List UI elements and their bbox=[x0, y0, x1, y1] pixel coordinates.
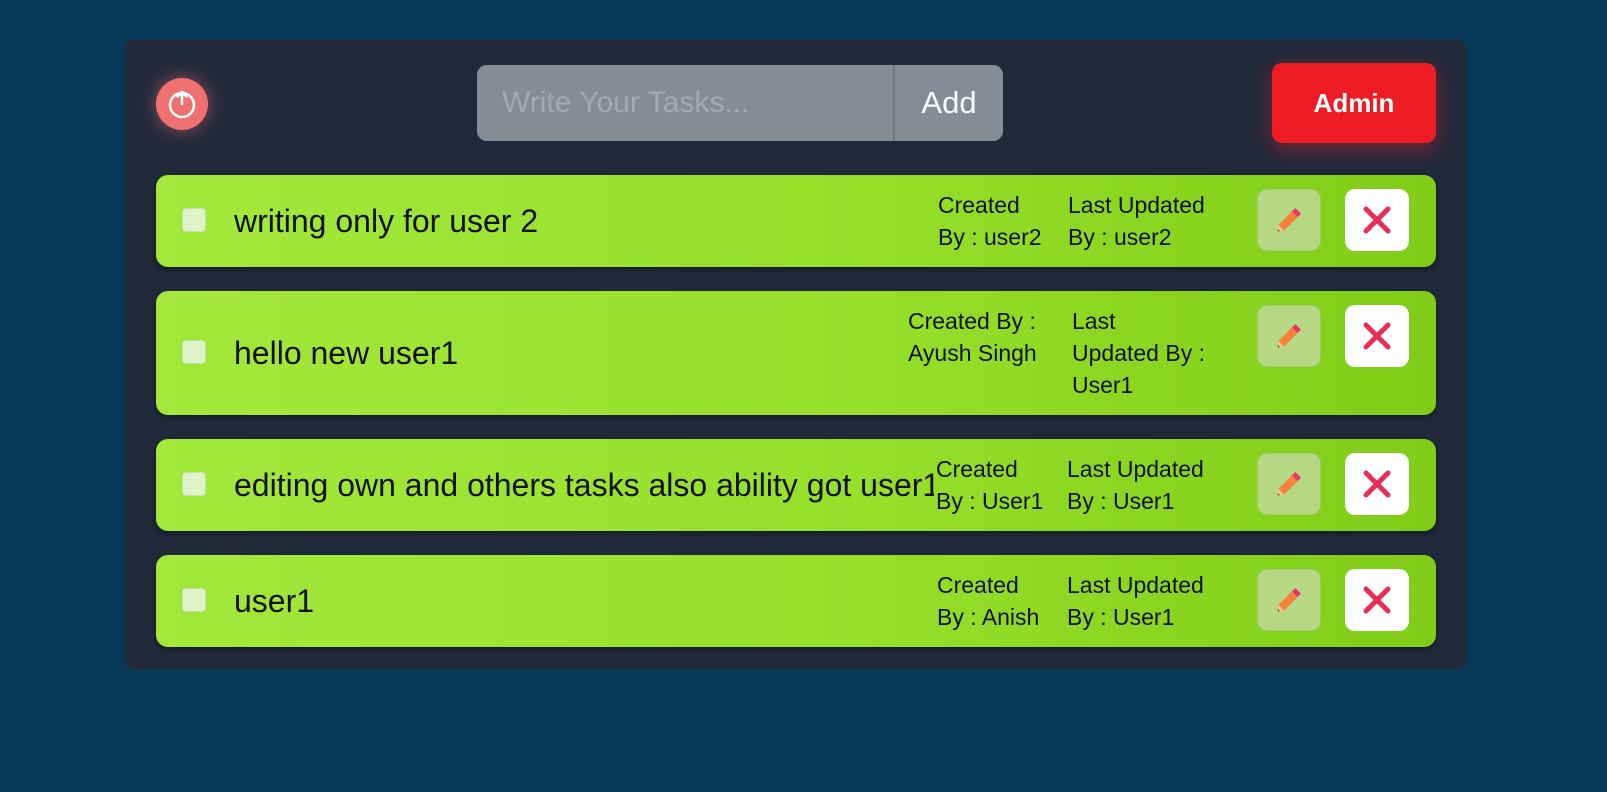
task-title: hello new user1 bbox=[234, 335, 459, 371]
edit-button[interactable] bbox=[1257, 453, 1321, 515]
pencil-icon bbox=[1277, 207, 1302, 232]
pencil-icon bbox=[1277, 323, 1302, 348]
last-updated-label: Last bbox=[1072, 308, 1116, 334]
created-by-info: Created By : User1 bbox=[936, 453, 1043, 517]
task-item: user1 Created By : Anish Last Updated By… bbox=[156, 555, 1436, 647]
created-by-label: Created bbox=[936, 456, 1018, 482]
close-icon bbox=[1363, 470, 1391, 498]
pencil-icon bbox=[1277, 587, 1302, 612]
task-item: hello new user1 Created By : Ayush Singh… bbox=[156, 291, 1436, 415]
logout-button[interactable] bbox=[156, 78, 208, 130]
task-checkbox[interactable] bbox=[182, 588, 206, 612]
last-updated-value: By : User1 bbox=[1067, 604, 1175, 630]
delete-button[interactable] bbox=[1345, 569, 1409, 631]
last-updated-info: Last Updated By : user2 bbox=[1068, 189, 1205, 253]
last-updated-value: By : user2 bbox=[1068, 224, 1172, 250]
task-title: user1 bbox=[234, 583, 315, 619]
last-updated-info: Last Updated By : User1 bbox=[1072, 305, 1205, 401]
last-updated-label: Last Updated bbox=[1067, 456, 1204, 482]
created-by-label: Created By : bbox=[908, 308, 1036, 334]
last-updated-user: User1 bbox=[1072, 372, 1134, 398]
last-updated-value: By : User1 bbox=[1067, 488, 1175, 514]
last-updated-info: Last Updated By : User1 bbox=[1067, 569, 1204, 633]
add-task-form: Add bbox=[477, 65, 1003, 141]
task-checkbox[interactable] bbox=[182, 208, 206, 232]
task-checkbox[interactable] bbox=[182, 472, 206, 496]
admin-button[interactable]: Admin bbox=[1272, 63, 1436, 143]
task-list: writing only for user 2 Created By : use… bbox=[156, 175, 1436, 647]
task-title: editing own and others tasks also abilit… bbox=[234, 467, 934, 503]
task-title: writing only for user 2 bbox=[234, 203, 539, 239]
delete-button[interactable] bbox=[1345, 305, 1409, 367]
last-updated-label: Last Updated bbox=[1067, 572, 1204, 598]
power-icon bbox=[168, 90, 196, 119]
created-by-label: Created bbox=[937, 572, 1019, 598]
task-item: editing own and others tasks also abilit… bbox=[156, 439, 1436, 531]
created-by-value: By : user2 bbox=[938, 224, 1042, 250]
close-icon bbox=[1363, 206, 1391, 234]
created-by-value: By : Anish bbox=[937, 604, 1040, 630]
created-by-info: Created By : Anish bbox=[937, 569, 1039, 633]
task-item: writing only for user 2 Created By : use… bbox=[156, 175, 1436, 267]
created-by-value: By : User1 bbox=[936, 488, 1044, 514]
created-by-label: Created bbox=[938, 192, 1020, 218]
close-icon bbox=[1363, 322, 1391, 350]
add-button[interactable]: Add bbox=[895, 65, 1003, 141]
task-input[interactable] bbox=[477, 65, 895, 141]
last-updated-info: Last Updated By : User1 bbox=[1067, 453, 1204, 517]
task-checkbox[interactable] bbox=[182, 340, 206, 364]
close-icon bbox=[1363, 586, 1391, 614]
created-by-value: Ayush Singh bbox=[908, 340, 1037, 366]
last-updated-label: Last Updated bbox=[1068, 192, 1205, 218]
created-by-info: Created By : Ayush Singh bbox=[908, 305, 1037, 369]
pencil-icon bbox=[1277, 471, 1302, 496]
delete-button[interactable] bbox=[1345, 453, 1409, 515]
delete-button[interactable] bbox=[1345, 189, 1409, 251]
edit-button[interactable] bbox=[1257, 189, 1321, 251]
created-by-info: Created By : user2 bbox=[938, 189, 1042, 253]
edit-button[interactable] bbox=[1257, 569, 1321, 631]
edit-button[interactable] bbox=[1257, 305, 1321, 367]
todo-panel: Add Admin writing only for user 2 Create… bbox=[124, 39, 1467, 670]
last-updated-value: Updated By : bbox=[1072, 340, 1205, 366]
